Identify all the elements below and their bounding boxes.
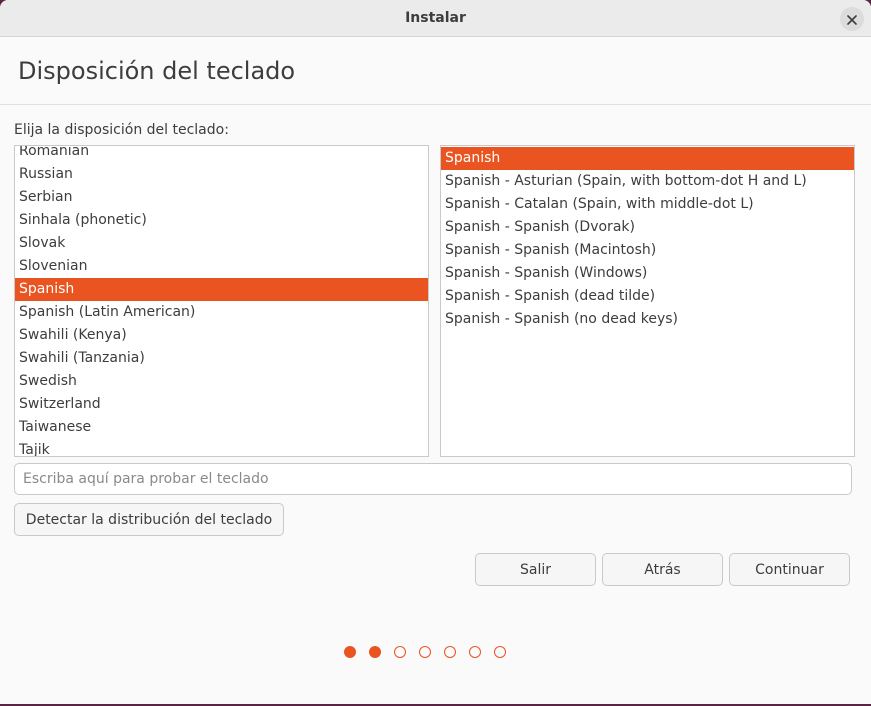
layout-list-item[interactable]: Romanian [15, 146, 428, 163]
variant-list[interactable]: Spanish Spanish - Asturian (Spain, with b… [440, 145, 855, 457]
layout-list-item[interactable]: Switzerland [15, 393, 428, 416]
continue-button[interactable]: Continuar [729, 553, 850, 586]
variant-list-item[interactable]: Spanish - Spanish (no dead keys) [441, 308, 854, 331]
variant-list-item[interactable]: Spanish - Spanish (Dvorak) [441, 216, 854, 239]
layout-list-item[interactable]: Slovak [15, 232, 428, 255]
layout-prompt: Elija la disposición del teclado: [14, 122, 229, 138]
layout-list-item[interactable]: Slovenian [15, 255, 428, 278]
layout-list-item[interactable]: Serbian [15, 186, 428, 209]
back-button[interactable]: Atrás [602, 553, 723, 586]
close-button[interactable] [840, 7, 864, 31]
window-title: Instalar [405, 10, 466, 26]
layout-list-item[interactable]: Swahili (Tanzania) [15, 347, 428, 370]
layout-list-item[interactable]: Spanish (Latin American) [15, 301, 428, 324]
layout-list-item[interactable]: Tajik [15, 439, 428, 456]
progress-step-dot [369, 646, 381, 658]
close-icon [847, 10, 857, 29]
keyboard-test-input[interactable] [14, 463, 852, 495]
progress-step-dot [469, 646, 481, 658]
layout-list-item[interactable]: Swedish [15, 370, 428, 393]
progress-step-dot [344, 646, 356, 658]
title-bar: Instalar [0, 0, 871, 37]
variant-list-item[interactable]: Spanish - Spanish (dead tilde) [441, 285, 854, 308]
layout-list-item[interactable]: Swahili (Kenya) [15, 324, 428, 347]
progress-indicator [344, 646, 506, 658]
variant-list-item[interactable]: Spanish - Catalan (Spain, with middle-do… [441, 193, 854, 216]
layout-list-item[interactable]: Taiwanese [15, 416, 428, 439]
installer-window: Instalar Disposición del teclado Elija l… [0, 0, 871, 704]
progress-step-dot [494, 646, 506, 658]
page-header: Disposición del teclado [0, 37, 871, 105]
progress-step-dot [444, 646, 456, 658]
layout-list-item[interactable]: Russian [15, 163, 428, 186]
layout-list-item[interactable]: Sinhala (phonetic) [15, 209, 428, 232]
layout-list-item[interactable]: Spanish [15, 278, 428, 301]
progress-step-dot [419, 646, 431, 658]
variant-list-item[interactable]: Spanish - Spanish (Macintosh) [441, 239, 854, 262]
detect-layout-button[interactable]: Detectar la distribución del teclado [14, 503, 284, 536]
progress-step-dot [394, 646, 406, 658]
variant-list-item[interactable]: Spanish - Spanish (Windows) [441, 262, 854, 285]
quit-button[interactable]: Salir [475, 553, 596, 586]
layout-list[interactable]: RomanianRomanianRussianSerbianSinhala (p… [14, 145, 429, 457]
page-title: Disposición del teclado [18, 57, 296, 85]
variant-list-item[interactable]: Spanish - Asturian (Spain, with bottom-d… [441, 170, 854, 193]
variant-list-item[interactable]: Spanish [441, 147, 854, 170]
